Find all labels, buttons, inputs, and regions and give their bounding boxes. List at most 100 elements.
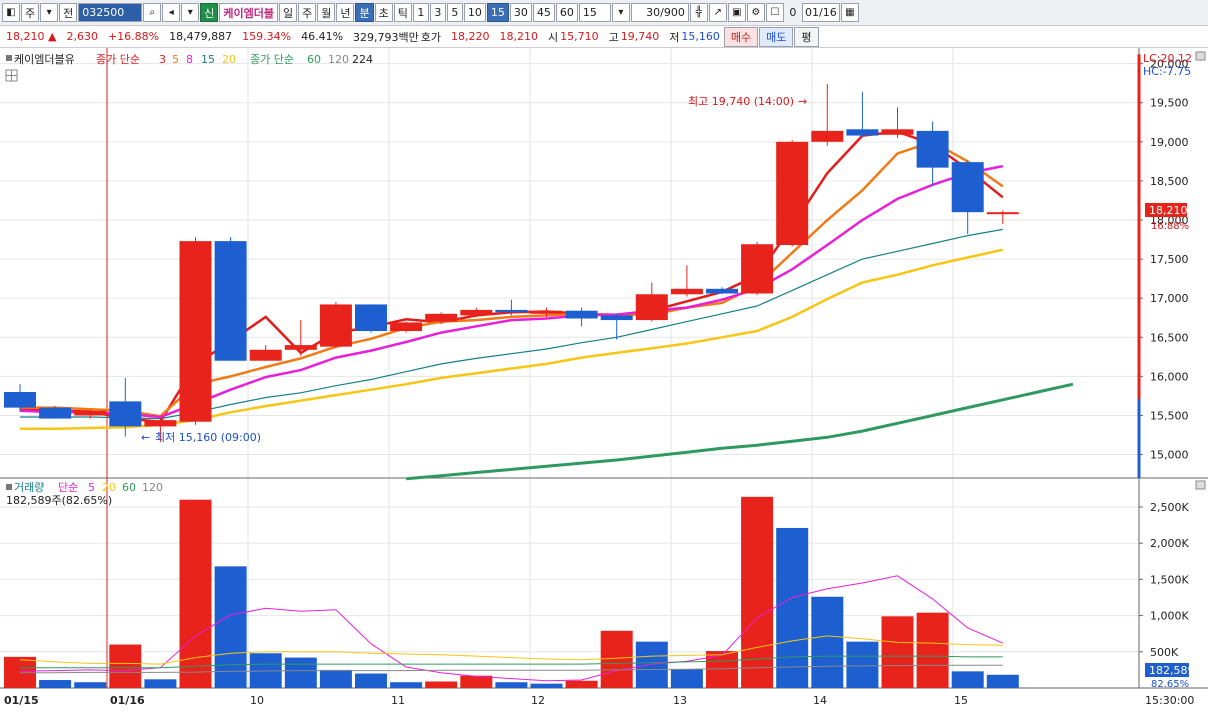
- period-year[interactable]: 년: [336, 3, 355, 22]
- chevron-down-icon[interactable]: ▾: [611, 3, 630, 22]
- price-axis-label: 16,500: [1150, 331, 1189, 344]
- x-label-13: 13: [673, 694, 687, 707]
- period-week[interactable]: 주: [298, 3, 317, 22]
- total-volume: 18,479,887: [169, 30, 233, 43]
- high-price: 19,740: [620, 30, 660, 43]
- bid-price: 18,210: [499, 30, 539, 43]
- interval-1[interactable]: 1: [412, 3, 429, 22]
- volume-axis-label: 500K: [1150, 646, 1179, 659]
- calendar-icon[interactable]: ▦: [840, 3, 859, 22]
- price-axis-label: 15,000: [1150, 449, 1189, 462]
- turnover-rate: 46.41%: [301, 30, 344, 43]
- candle-body: [249, 349, 282, 361]
- candle-body: [284, 345, 317, 350]
- volume-bar: [846, 641, 879, 688]
- chart-svg[interactable]: 15,00015,50016,00016,50017,00017,50018,0…: [0, 48, 1208, 713]
- ask-price: 18,220: [451, 30, 490, 43]
- volume-bar: [74, 682, 107, 688]
- candle-body: [355, 304, 387, 332]
- avg-button[interactable]: 평: [794, 26, 819, 47]
- dropdown-icon[interactable]: ▾: [181, 3, 200, 22]
- volume-bar: [670, 669, 703, 688]
- interval-60[interactable]: 60: [555, 3, 578, 22]
- interval-5[interactable]: 5: [446, 3, 463, 22]
- price-axis-label: 16,000: [1150, 370, 1189, 383]
- period-second[interactable]: 초: [374, 3, 393, 22]
- candle-body: [390, 322, 423, 332]
- current-price: 18,210 ▲: [6, 30, 57, 43]
- legend-ma-15: 15: [201, 53, 215, 66]
- volume-bar: [390, 682, 423, 688]
- volume-legend-ma-5: 5: [88, 481, 95, 494]
- volume-legend-ma-60: 60: [122, 481, 136, 494]
- candle-body: [916, 130, 949, 168]
- candle-body: [986, 212, 1019, 215]
- volume-bar: [39, 680, 72, 688]
- trade-amount: 329,793백만: [353, 30, 419, 44]
- x-label-15: 15: [954, 694, 968, 707]
- toolbar: ◧ 주 ▾ 전 032500 ⌕ ◂ ▾ 신 케이엠더블 일 주 월 년 분 초…: [0, 0, 1208, 26]
- checkbox[interactable]: ☐: [765, 3, 784, 22]
- x-label-0115: 01/15: [4, 694, 39, 707]
- count-input[interactable]: 30/900: [630, 3, 689, 22]
- layout-icon[interactable]: ◧: [2, 3, 20, 22]
- volume-bar: [425, 681, 458, 688]
- candle-body: [706, 288, 738, 294]
- candle-body: [951, 162, 984, 213]
- candle-body: [179, 241, 212, 422]
- panel-maximize-icon[interactable]: [1195, 51, 1206, 61]
- volume-legend-ma-20: 20: [102, 481, 116, 494]
- candle-body: [635, 294, 668, 321]
- interval-10[interactable]: 10: [463, 3, 486, 22]
- market-select[interactable]: 주: [21, 3, 40, 22]
- draw-tool-icon[interactable]: ↗: [708, 3, 727, 22]
- indicator-icon[interactable]: ╬: [689, 3, 708, 22]
- legend-handle-icon[interactable]: [6, 484, 12, 490]
- period-tick[interactable]: 틱: [393, 3, 412, 22]
- interval-select[interactable]: 15: [578, 3, 611, 22]
- volume-bar: [811, 596, 844, 688]
- price-change-pct: +16.88%: [107, 30, 160, 43]
- prev-button[interactable]: 전: [59, 3, 78, 22]
- volume-bar: [214, 566, 247, 688]
- date-input[interactable]: 01/16: [801, 3, 840, 22]
- left-arrow-icon: ←: [141, 431, 150, 444]
- volume-bar: [881, 616, 914, 688]
- speaker-icon[interactable]: ◂: [162, 3, 181, 22]
- candle-body: [530, 310, 563, 314]
- chevron-down-icon[interactable]: ▾: [40, 3, 59, 22]
- candle-body: [811, 130, 844, 142]
- panel-maximize-icon[interactable]: [1195, 480, 1206, 490]
- interval-45[interactable]: 45: [532, 3, 555, 22]
- period-month[interactable]: 월: [317, 3, 336, 22]
- volume-axis-label: 2,500K: [1150, 501, 1189, 514]
- interval-15[interactable]: 15: [486, 3, 509, 22]
- volume-ratio: 159.34%: [242, 30, 292, 43]
- save-icon[interactable]: ▣: [727, 3, 746, 22]
- gear-icon[interactable]: ⚙: [746, 3, 765, 22]
- interval-3[interactable]: 3: [429, 3, 446, 22]
- interval-30[interactable]: 30: [509, 3, 532, 22]
- stock-code-input[interactable]: 032500: [78, 3, 143, 22]
- search-icon[interactable]: ⌕: [143, 3, 162, 22]
- candle-body: [214, 241, 247, 361]
- candle-body: [109, 401, 142, 427]
- volume-bar: [916, 612, 949, 688]
- candle-body: [39, 407, 72, 419]
- legend-handle-icon[interactable]: [6, 55, 12, 61]
- current-volume-tag: 182,589 82.65%: [1145, 663, 1195, 690]
- candle-body: [495, 309, 528, 313]
- volume-legend-type: 단순: [58, 481, 78, 494]
- buy-button[interactable]: 매수: [723, 26, 759, 47]
- price-axis-label: 19,500: [1150, 97, 1189, 110]
- legend-ma-type-2: 종가 단순: [250, 53, 294, 66]
- period-minute[interactable]: 분: [355, 3, 374, 22]
- candle-body: [4, 392, 36, 408]
- period-day[interactable]: 일: [278, 3, 298, 22]
- price-axis-label: 17,000: [1150, 292, 1189, 305]
- volume-legend-value: 182,589주(82.65%): [6, 494, 112, 507]
- volume-bar: [495, 682, 528, 688]
- sell-button[interactable]: 매도: [759, 26, 794, 47]
- x-label-0116: 01/16: [110, 694, 145, 707]
- candle-body: [460, 309, 493, 316]
